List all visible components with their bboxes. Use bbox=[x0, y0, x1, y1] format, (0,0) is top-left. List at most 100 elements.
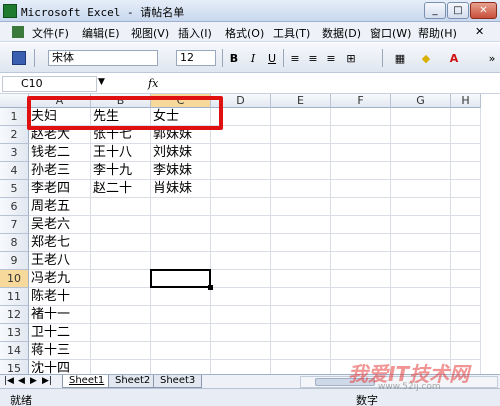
menu-file[interactable]: 文件(F) bbox=[32, 25, 69, 41]
cell-g3[interactable] bbox=[391, 144, 451, 162]
cell-f9[interactable] bbox=[331, 252, 391, 270]
cell-d4[interactable] bbox=[211, 162, 271, 180]
cell-c3[interactable]: 刘妹妹 bbox=[151, 144, 211, 162]
cell-g13[interactable] bbox=[391, 324, 451, 342]
cell-b8[interactable] bbox=[91, 234, 151, 252]
cell-f11[interactable] bbox=[331, 288, 391, 306]
cell-f13[interactable] bbox=[331, 324, 391, 342]
row-header-2[interactable]: 2 bbox=[0, 126, 29, 144]
cell-h13[interactable] bbox=[451, 324, 481, 342]
cell-a4[interactable]: 孙老三 bbox=[29, 162, 91, 180]
cell-b6[interactable] bbox=[91, 198, 151, 216]
menu-data[interactable]: 数据(D) bbox=[322, 25, 361, 41]
cell-a10[interactable]: 冯老九 bbox=[29, 270, 91, 288]
sheet-tab-3[interactable]: Sheet3 bbox=[153, 375, 203, 388]
save-icon[interactable] bbox=[12, 51, 26, 65]
name-box[interactable]: C10 bbox=[2, 76, 97, 92]
cell-h5[interactable] bbox=[451, 180, 481, 198]
cell-d12[interactable] bbox=[211, 306, 271, 324]
first-sheet-icon[interactable]: |◀ bbox=[4, 376, 14, 386]
menu-edit[interactable]: 编辑(E) bbox=[82, 25, 120, 41]
cell-g9[interactable] bbox=[391, 252, 451, 270]
cell-e15[interactable] bbox=[271, 360, 331, 374]
cell-f1[interactable] bbox=[331, 108, 391, 126]
cell-e1[interactable] bbox=[271, 108, 331, 126]
cell-a15[interactable]: 沈十四 bbox=[29, 360, 91, 374]
cell-d9[interactable] bbox=[211, 252, 271, 270]
cell-d7[interactable] bbox=[211, 216, 271, 234]
font-size-select[interactable]: 12 bbox=[176, 50, 216, 66]
row-header-9[interactable]: 9 bbox=[0, 252, 29, 270]
cell-d13[interactable] bbox=[211, 324, 271, 342]
cell-c5[interactable]: 肖妹妹 bbox=[151, 180, 211, 198]
next-sheet-icon[interactable]: ▶ bbox=[30, 376, 37, 386]
cell-b9[interactable] bbox=[91, 252, 151, 270]
cell-c4[interactable]: 李妹妹 bbox=[151, 162, 211, 180]
cell-c9[interactable] bbox=[151, 252, 211, 270]
cell-g2[interactable] bbox=[391, 126, 451, 144]
bold-button[interactable]: B bbox=[226, 51, 242, 66]
align-right-icon[interactable]: ≡ bbox=[323, 51, 339, 66]
workbook-icon[interactable] bbox=[12, 26, 24, 38]
formula-input[interactable] bbox=[170, 76, 496, 92]
cell-b3[interactable]: 王十八 bbox=[91, 144, 151, 162]
cell-g10[interactable] bbox=[391, 270, 451, 288]
menu-help[interactable]: 帮助(H) bbox=[418, 25, 457, 41]
cell-a14[interactable]: 蒋十三 bbox=[29, 342, 91, 360]
cell-h2[interactable] bbox=[451, 126, 481, 144]
cell-d11[interactable] bbox=[211, 288, 271, 306]
cell-h1[interactable] bbox=[451, 108, 481, 126]
row-header-3[interactable]: 3 bbox=[0, 144, 29, 162]
menu-insert[interactable]: 插入(I) bbox=[178, 25, 212, 41]
column-header-e[interactable]: E bbox=[271, 94, 331, 108]
cell-c6[interactable] bbox=[151, 198, 211, 216]
cell-b13[interactable] bbox=[91, 324, 151, 342]
merge-center-icon[interactable]: ⊞ bbox=[343, 51, 359, 66]
cell-d5[interactable] bbox=[211, 180, 271, 198]
cell-e13[interactable] bbox=[271, 324, 331, 342]
cell-b10[interactable] bbox=[91, 270, 151, 288]
cell-b7[interactable] bbox=[91, 216, 151, 234]
fill-color-icon[interactable]: ◆ bbox=[418, 51, 434, 66]
cell-a8[interactable]: 郑老七 bbox=[29, 234, 91, 252]
close-button[interactable]: ✕ bbox=[470, 2, 497, 19]
cell-f3[interactable] bbox=[331, 144, 391, 162]
row-header-15[interactable]: 15 bbox=[0, 360, 29, 374]
row-header-7[interactable]: 7 bbox=[0, 216, 29, 234]
row-header-5[interactable]: 5 bbox=[0, 180, 29, 198]
align-center-icon[interactable]: ≡ bbox=[305, 51, 321, 66]
cell-c14[interactable] bbox=[151, 342, 211, 360]
sheet-tab-1[interactable]: Sheet1 bbox=[62, 375, 112, 388]
cell-g7[interactable] bbox=[391, 216, 451, 234]
name-box-dropdown-icon[interactable]: ▼ bbox=[98, 77, 105, 87]
cell-f5[interactable] bbox=[331, 180, 391, 198]
cell-d15[interactable] bbox=[211, 360, 271, 374]
select-all-corner[interactable] bbox=[0, 94, 29, 108]
cell-a12[interactable]: 褚十一 bbox=[29, 306, 91, 324]
cell-b11[interactable] bbox=[91, 288, 151, 306]
row-header-12[interactable]: 12 bbox=[0, 306, 29, 324]
row-header-14[interactable]: 14 bbox=[0, 342, 29, 360]
italic-button[interactable]: I bbox=[245, 51, 261, 66]
cell-h7[interactable] bbox=[451, 216, 481, 234]
cell-a5[interactable]: 李老四 bbox=[29, 180, 91, 198]
toolbar-options-chevron-icon[interactable]: » bbox=[484, 51, 500, 66]
cell-e4[interactable] bbox=[271, 162, 331, 180]
menu-format[interactable]: 格式(O) bbox=[225, 25, 264, 41]
row-header-1[interactable]: 1 bbox=[0, 108, 29, 126]
worksheet-grid[interactable]: A B C D E F G H 1 夫妇 先生 女士 2 赵老大 张十七 郭妹妹 3 钱老二 王十八 刘妹妹 4 孙老三李… bbox=[0, 94, 500, 374]
cell-f12[interactable] bbox=[331, 306, 391, 324]
row-header-8[interactable]: 8 bbox=[0, 234, 29, 252]
close-workbook-icon[interactable]: ✕ bbox=[475, 25, 484, 38]
cell-a13[interactable]: 卫十二 bbox=[29, 324, 91, 342]
cell-b5[interactable]: 赵二十 bbox=[91, 180, 151, 198]
cell-a6[interactable]: 周老五 bbox=[29, 198, 91, 216]
cell-f7[interactable] bbox=[331, 216, 391, 234]
row-header-13[interactable]: 13 bbox=[0, 324, 29, 342]
cell-b14[interactable] bbox=[91, 342, 151, 360]
row-header-4[interactable]: 4 bbox=[0, 162, 29, 180]
minimize-button[interactable]: _ bbox=[424, 2, 446, 19]
font-color-button[interactable]: A bbox=[446, 51, 462, 66]
cell-a11[interactable]: 陈老十 bbox=[29, 288, 91, 306]
cell-a7[interactable]: 吴老六 bbox=[29, 216, 91, 234]
